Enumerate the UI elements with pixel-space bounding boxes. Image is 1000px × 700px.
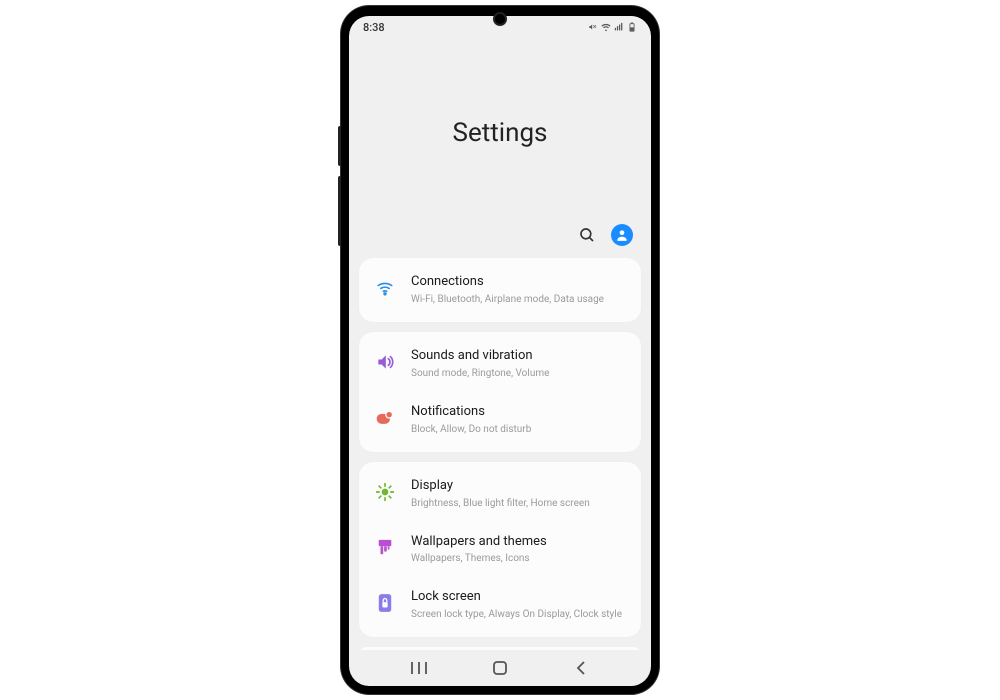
settings-item-connections[interactable]: Connections Wi-Fi, Bluetooth, Airplane m…	[359, 262, 641, 318]
settings-item-text: Notifications Block, Allow, Do not distu…	[411, 404, 627, 436]
settings-item-subtitle: Brightness, Blue light filter, Home scre…	[411, 497, 627, 510]
settings-item-title: Lock screen	[411, 589, 627, 606]
settings-item-wallpapers[interactable]: Wallpapers and themes Wallpapers, Themes…	[359, 522, 641, 578]
side-button	[338, 176, 341, 246]
nav-recents-button[interactable]	[399, 661, 439, 675]
screen: 8:38 Settings Connections	[349, 16, 651, 686]
front-camera	[493, 12, 507, 26]
settings-item-text: Display Brightness, Blue light filter, H…	[411, 478, 627, 510]
nav-home-button[interactable]	[480, 660, 520, 676]
mute-icon	[588, 22, 598, 32]
back-icon	[575, 661, 587, 675]
recents-icon	[410, 661, 428, 675]
search-button[interactable]	[577, 225, 597, 245]
settings-item-subtitle: Screen lock type, Always On Display, Clo…	[411, 608, 627, 621]
navigation-bar	[349, 650, 651, 686]
page-title: Settings	[453, 118, 548, 148]
settings-item-title: Connections	[411, 274, 627, 291]
settings-item-notifications[interactable]: Notifications Block, Allow, Do not distu…	[359, 392, 641, 448]
settings-item-text: Sounds and vibration Sound mode, Rington…	[411, 348, 627, 380]
settings-group: Sounds and vibration Sound mode, Rington…	[359, 332, 641, 452]
settings-item-title: Sounds and vibration	[411, 348, 627, 365]
display-icon	[373, 480, 397, 504]
settings-item-text: Wallpapers and themes Wallpapers, Themes…	[411, 534, 627, 566]
home-icon	[492, 660, 508, 676]
settings-item-title: Wallpapers and themes	[411, 534, 627, 551]
settings-item-subtitle: Block, Allow, Do not disturb	[411, 423, 627, 436]
settings-group: Display Brightness, Blue light filter, H…	[359, 462, 641, 638]
nav-back-button[interactable]	[561, 661, 601, 675]
notif-icon	[373, 406, 397, 430]
person-icon	[615, 228, 629, 242]
settings-item-title: Display	[411, 478, 627, 495]
settings-item-sounds[interactable]: Sounds and vibration Sound mode, Rington…	[359, 336, 641, 392]
settings-item-subtitle: Wallpapers, Themes, Icons	[411, 552, 627, 565]
page-header: Settings	[349, 38, 651, 258]
settings-item-lockscreen[interactable]: Lock screen Screen lock type, Always On …	[359, 577, 641, 633]
settings-item-title: Notifications	[411, 404, 627, 421]
settings-item-subtitle: Wi-Fi, Bluetooth, Airplane mode, Data us…	[411, 293, 627, 306]
status-icons	[588, 22, 637, 32]
settings-item-text: Lock screen Screen lock type, Always On …	[411, 589, 627, 621]
battery-icon	[627, 22, 637, 32]
status-time: 8:38	[363, 21, 385, 34]
signal-icon	[614, 22, 624, 32]
brush-icon	[373, 536, 397, 560]
settings-list[interactable]: Connections Wi-Fi, Bluetooth, Airplane m…	[349, 258, 651, 650]
settings-group: Connections Wi-Fi, Bluetooth, Airplane m…	[359, 258, 641, 322]
sound-icon	[373, 350, 397, 374]
settings-item-subtitle: Sound mode, Ringtone, Volume	[411, 367, 627, 380]
settings-item-display[interactable]: Display Brightness, Blue light filter, H…	[359, 466, 641, 522]
lock-icon	[373, 591, 397, 615]
search-icon	[578, 226, 596, 244]
settings-item-text: Connections Wi-Fi, Bluetooth, Airplane m…	[411, 274, 627, 306]
side-button	[338, 126, 341, 166]
account-button[interactable]	[611, 224, 633, 246]
wifi-status-icon	[601, 22, 611, 32]
wifi-icon	[373, 276, 397, 300]
phone-frame: 8:38 Settings Connections	[341, 6, 659, 694]
